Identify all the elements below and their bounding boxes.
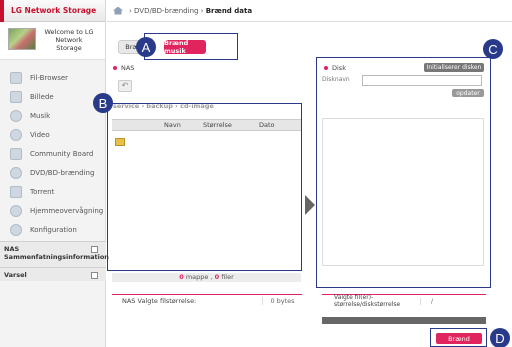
sidebar-item-label: Video [30,130,50,139]
brand-bar: LG Network Storage [0,0,105,22]
camera-icon [10,204,22,217]
breadcrumb-current: Brænd data [205,6,253,15]
sidebar-item-video[interactable]: Video [0,125,105,144]
sidebar-item-community[interactable]: Community Board [0,144,105,163]
sidebar-item-label: Musik [30,111,51,120]
welcome-panel: Welcome to LG Network Storage [0,22,105,60]
refresh-icon[interactable]: ↶ [118,80,132,92]
sidebar-item-config[interactable]: Konfiguration [0,220,105,239]
app-title: LG Network Storage [11,6,97,15]
welcome-thumbnail [8,28,36,50]
sidebar-item-label: Billede [30,92,54,101]
transfer-arrow-icon[interactable] [305,195,315,215]
nas-summary-section[interactable]: NAS Sammenfatningsinformation [0,241,109,267]
community-icon [10,147,22,160]
callout-badge-c: C [483,39,503,59]
folder-count-label: mappe , [185,273,213,281]
nas-selected-size-value: 0 bytes [262,296,302,305]
sidebar-item-dvd-burn[interactable]: DVD/BD-brænding [0,163,105,182]
sidebar-item-surveillance[interactable]: Hjemmeovervågning [0,201,105,220]
breadcrumb-section[interactable]: DVD/BD-brænding [134,7,198,15]
sidebar: LG Network Storage Welcome to LG Network… [0,0,109,347]
sidebar-menu: Fil-Browser Billede Musik Video Communit… [0,60,105,239]
file-count: 0 mappe , 0 filer [112,273,301,282]
disc-icon [10,166,22,179]
pin-icon[interactable] [91,272,98,279]
nas-burn-page: LG Network Storage Welcome to LG Network… [0,0,512,347]
sidebar-item-torrent[interactable]: Torrent [0,182,105,201]
sidebar-item-label: Konfiguration [30,225,77,234]
sidebar-item-label: DVD/BD-brænding [30,168,95,177]
disk-capacity-bar [322,317,486,324]
sidebar-item-label: Fil-Browser [30,73,69,82]
breadcrumb-trail: › DVD/BD-brænding › Brænd data [129,6,253,15]
callout-badge-d: D [490,328,510,347]
disk-selected-size-label: Valgte fil(er)-størrelse/diskstørrelse [334,294,401,308]
callout-badge-b: B [93,93,113,113]
callout-box-c [316,57,491,288]
nas-selected-size: NAS Valgte filstørrelse: 0 bytes [112,294,302,306]
bullet-icon [113,66,117,70]
brand-accent [0,0,4,22]
nas-selected-size-label: NAS Valgte filstørrelse: [122,296,197,305]
welcome-text: Welcome to LG Network Storage [44,28,94,52]
sidebar-item-label: Community Board [30,149,94,158]
pin-icon[interactable] [91,246,98,253]
alert-section[interactable]: Varsel [0,267,106,281]
callout-box-b [107,103,302,271]
picture-icon [10,90,22,103]
file-browser-icon [10,71,22,84]
torrent-icon [10,185,22,198]
music-icon [10,109,22,122]
home-icon[interactable] [113,6,123,15]
sidebar-item-file-browser[interactable]: Fil-Browser [0,68,105,87]
callout-badge-a: A [136,37,156,57]
callout-box-a [144,33,238,60]
gear-icon [10,223,22,236]
file-count-number: 0 [214,273,220,281]
folder-count: 0 [179,273,184,281]
disk-selected-size: Valgte fil(er)-størrelse/diskstørrelse / [322,294,486,310]
breadcrumb: › DVD/BD-brænding › Brænd data [107,0,512,22]
video-icon [10,128,22,141]
nas-source-label: NAS [113,64,134,72]
sidebar-item-picture[interactable]: Billede [0,87,105,106]
disk-selected-size-value: / [420,298,433,305]
sidebar-item-label: Torrent [30,187,55,196]
sidebar-item-label: Hjemmeovervågning [30,206,104,215]
nas-source-text: NAS [121,64,135,72]
alert-label: Varsel [4,271,27,279]
file-count-label: filer [221,273,234,281]
sidebar-item-music[interactable]: Musik [0,106,105,125]
callout-box-d [430,328,487,347]
